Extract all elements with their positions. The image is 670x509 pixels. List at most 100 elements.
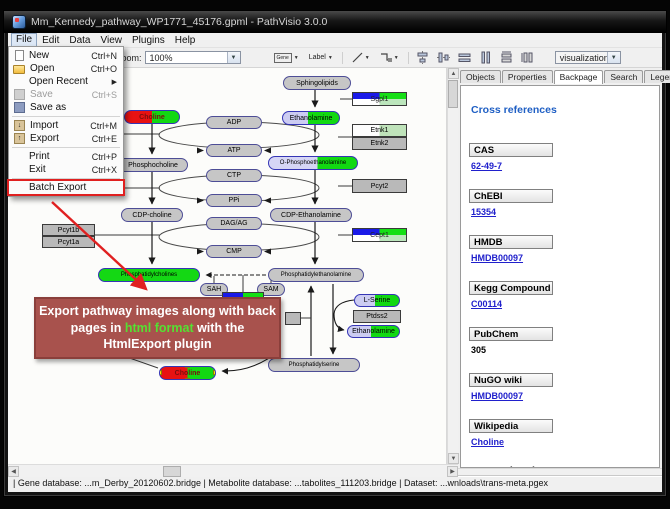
crossref-source-box: Wikipedia bbox=[469, 419, 553, 433]
menu-plugins[interactable]: Plugins bbox=[127, 34, 170, 47]
common-width-button[interactable] bbox=[499, 50, 514, 65]
crossref-value-cas[interactable]: 62-49-7 bbox=[471, 161, 651, 171]
annotation-box[interactable]: Export pathway images along with back pa… bbox=[34, 297, 281, 359]
pathway-node-sphingolipids[interactable]: Sphingolipids bbox=[283, 76, 351, 90]
blank-icon bbox=[13, 152, 24, 162]
scroll-up-icon[interactable]: ▲ bbox=[448, 68, 459, 79]
selection-handle[interactable] bbox=[213, 370, 216, 375]
selection-handle[interactable] bbox=[185, 378, 190, 380]
label-tool-button[interactable]: Label ▼ bbox=[306, 49, 336, 66]
pathway-node-cept1[interactable]: Cept1 bbox=[352, 228, 407, 242]
menu-data[interactable]: Data bbox=[64, 34, 95, 47]
scroll-right-icon[interactable]: ▶ bbox=[447, 466, 458, 477]
pathway-node-choline-selected[interactable]: Choline bbox=[159, 366, 216, 380]
distribute-horizontal-button[interactable] bbox=[457, 50, 472, 65]
crossref-value-hmdb[interactable]: HMDB00097 bbox=[471, 253, 651, 263]
zoom-combobox[interactable]: 100% ▼ bbox=[145, 51, 241, 64]
scroll-down-icon[interactable]: ▼ bbox=[448, 453, 459, 464]
selection-handle[interactable] bbox=[185, 366, 190, 368]
pathway-node-phosphocholine[interactable]: Phosphocholine bbox=[118, 158, 188, 172]
file-menu-item-new[interactable]: NewCtrl+N bbox=[9, 49, 123, 62]
pathway-node-sgpl1[interactable]: Sgpl1 bbox=[352, 92, 407, 106]
crossref-value-wikipedia[interactable]: Choline bbox=[471, 437, 651, 447]
chevron-down-icon[interactable]: ▼ bbox=[294, 55, 299, 61]
chevron-down-icon[interactable]: ▼ bbox=[328, 55, 333, 61]
pathway-node-label: Sphingolipids bbox=[296, 80, 338, 87]
menu-file[interactable]: File bbox=[11, 33, 37, 47]
pathway-node-cmp[interactable]: CMP bbox=[206, 245, 262, 258]
pathway-node-choline-top[interactable]: Choline bbox=[124, 110, 180, 124]
selection-handle[interactable] bbox=[159, 370, 162, 375]
tab-legend[interactable]: Legend bbox=[644, 70, 670, 83]
pathway-node-pcyt1b[interactable]: Pcyt1b bbox=[42, 224, 95, 236]
file-menu-item-import[interactable]: ImportCtrl+M bbox=[9, 119, 123, 132]
pathway-node-phosphatidylethanolamine[interactable]: Phosphatidylethanolamine bbox=[268, 268, 364, 282]
tab-search[interactable]: Search bbox=[604, 70, 643, 83]
chevron-down-icon[interactable]: ▼ bbox=[365, 55, 370, 61]
pathway-node-o-phosphoethanolamine[interactable]: O-Phosphoethanolamine bbox=[268, 156, 358, 170]
crossref-item: Wikipedia Choline bbox=[469, 419, 651, 447]
file-menu-item-save: SaveCtrl+S bbox=[9, 88, 123, 101]
crossref-value-chebi[interactable]: 15354 bbox=[471, 207, 651, 217]
align-center-button[interactable] bbox=[415, 50, 430, 65]
blank-icon bbox=[13, 183, 24, 193]
common-height-button[interactable] bbox=[520, 50, 535, 65]
pathway-node-label: Cept1 bbox=[370, 232, 389, 239]
horizontal-scrollbar[interactable]: ◀ ▶ bbox=[8, 464, 458, 477]
pathway-node-phosphatidylcholines[interactable]: Phosphatidylcholines bbox=[98, 268, 200, 282]
visualization-combobox[interactable]: visualization ▼ bbox=[555, 51, 621, 64]
file-menu-item-batch-export[interactable]: Batch Export bbox=[9, 181, 123, 194]
menu-item-label: Print bbox=[29, 151, 82, 162]
pathway-node-cdp-choline[interactable]: CDP-choline bbox=[121, 208, 183, 222]
scroll-left-icon[interactable]: ◀ bbox=[8, 466, 19, 477]
pathway-node-ppi[interactable]: PPi bbox=[206, 194, 262, 207]
pathway-node-l-serine[interactable]: L-Serine bbox=[354, 294, 400, 307]
pathway-node-ctp[interactable]: CTP bbox=[206, 169, 262, 182]
pathway-node-ethanolamine-bottom[interactable]: Ethanolamine bbox=[347, 325, 400, 338]
pathway-node-ptdss2[interactable]: Ptdss2 bbox=[353, 310, 401, 323]
selection-handle[interactable] bbox=[159, 366, 162, 368]
pathway-node-atp[interactable]: ATP bbox=[206, 144, 262, 157]
file-menu-item-open[interactable]: OpenCtrl+O bbox=[9, 62, 123, 75]
menu-view[interactable]: View bbox=[95, 34, 127, 47]
align-middle-button[interactable] bbox=[436, 50, 451, 65]
pathway-node-etnk1[interactable]: Etnk1 bbox=[352, 124, 407, 137]
pathway-node-etnk2[interactable]: Etnk2 bbox=[352, 137, 407, 150]
crossref-item: NuGO wikiHMDB00097 bbox=[469, 373, 651, 401]
file-menu-item-exit[interactable]: ExitCtrl+X bbox=[9, 163, 123, 176]
pathway-node-dag-ag[interactable]: DAG/AG bbox=[206, 217, 262, 230]
chevron-down-icon[interactable]: ▼ bbox=[607, 52, 620, 63]
horizontal-scroll-thumb[interactable] bbox=[163, 466, 181, 477]
vertical-scrollbar[interactable]: ▲ ▼ bbox=[447, 68, 458, 464]
line-tool-button[interactable]: ▼ bbox=[349, 49, 373, 66]
tab-properties[interactable]: Properties bbox=[502, 70, 553, 83]
pathway-node-ethanolamine-top[interactable]: Ethanolamine bbox=[282, 111, 340, 125]
crossref-value-kegg-compound[interactable]: C00114 bbox=[471, 299, 651, 309]
vertical-scroll-thumb[interactable] bbox=[448, 80, 458, 108]
pathway-node-pisd[interactable] bbox=[285, 312, 301, 325]
file-menu-item-print[interactable]: PrintCtrl+P bbox=[9, 150, 123, 163]
pathway-node-pcyt2[interactable]: Pcyt2 bbox=[352, 179, 407, 193]
pathway-node-label: L-Serine bbox=[364, 297, 390, 304]
tab-backpage[interactable]: Backpage bbox=[554, 70, 604, 84]
pathway-node-pcyt1a[interactable]: Pcyt1a bbox=[42, 236, 95, 248]
pathway-node-phosphatidylserine[interactable]: Phosphatidylserine bbox=[268, 358, 360, 372]
file-menu-item-save-as[interactable]: Save as bbox=[9, 101, 123, 114]
datanode-tool-button[interactable]: Gene ▼ bbox=[271, 49, 302, 66]
connector-tool-button[interactable]: ▼ bbox=[377, 49, 402, 66]
pathway-node-label: Etnk2 bbox=[371, 140, 389, 147]
chevron-down-icon[interactable]: ▼ bbox=[394, 55, 399, 61]
pathway-node-adp[interactable]: ADP bbox=[206, 116, 262, 129]
pathway-node-cdp-ethanolamine[interactable]: CDP-Ethanolamine bbox=[270, 208, 352, 222]
tab-objects[interactable]: Objects bbox=[460, 70, 501, 83]
menu-help[interactable]: Help bbox=[170, 34, 201, 47]
menu-edit[interactable]: Edit bbox=[37, 34, 64, 47]
file-menu-item-export[interactable]: ExportCtrl+E bbox=[9, 132, 123, 145]
distribute-vertical-button[interactable] bbox=[478, 50, 493, 65]
pathway-node-label: Choline bbox=[139, 114, 165, 121]
menu-item-shortcut: Ctrl+O bbox=[91, 64, 117, 74]
chevron-down-icon[interactable]: ▼ bbox=[227, 52, 240, 63]
file-menu-item-open-recent[interactable]: Open Recent▶ bbox=[9, 75, 123, 88]
window-title: Mm_Kennedy_pathway_WP1771_45176.gpml - P… bbox=[31, 16, 327, 28]
crossref-value-nugo-wiki[interactable]: HMDB00097 bbox=[471, 391, 651, 401]
